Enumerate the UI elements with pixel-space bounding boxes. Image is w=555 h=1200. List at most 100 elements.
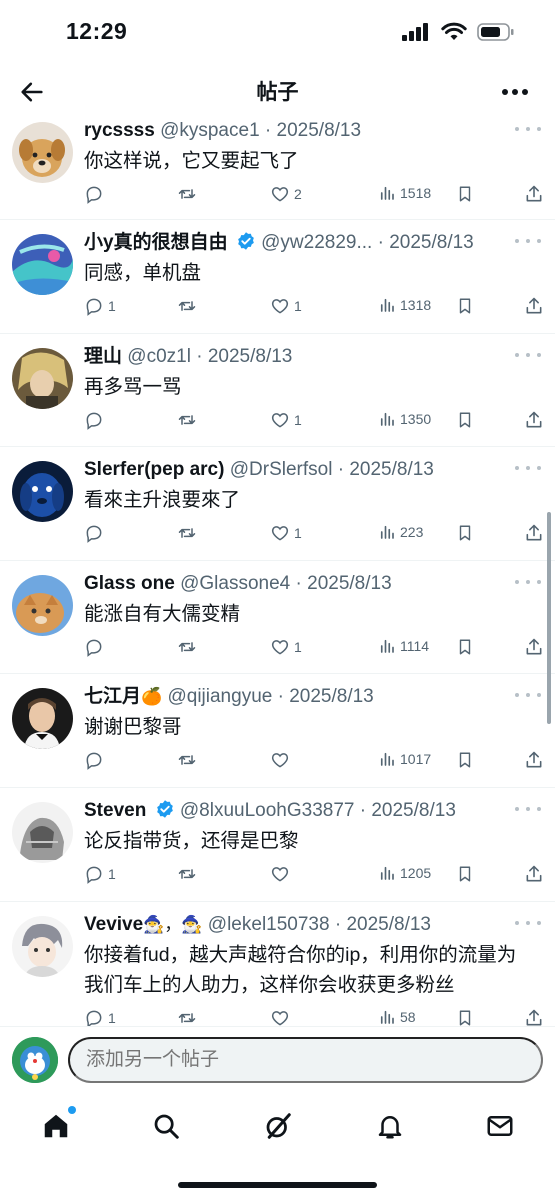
reply-item[interactable]: 七江月🍊 @qijiangyue · 2025/8/13 谢谢巴黎哥 1017 — [0, 674, 555, 788]
post-more-icon[interactable] — [515, 573, 541, 591]
display-name[interactable]: 理山 — [84, 346, 122, 367]
share-button[interactable] — [524, 864, 544, 884]
reply-item[interactable]: Glass one @Glassone4 · 2025/8/13 能涨自有大儒变… — [0, 561, 555, 675]
post-more-icon[interactable] — [515, 232, 541, 250]
views-button[interactable]: 223 — [378, 523, 423, 541]
reply-button[interactable] — [84, 523, 108, 544]
views-button[interactable]: 1205 — [378, 864, 431, 882]
display-name[interactable]: Steven — [84, 800, 146, 821]
reply-count: 1 — [108, 298, 116, 314]
post-more-icon[interactable] — [515, 346, 541, 364]
repost-button[interactable] — [176, 637, 202, 657]
repost-button[interactable] — [176, 410, 202, 430]
views-button[interactable]: 1518 — [378, 184, 431, 202]
display-name[interactable]: Slerfer(pep arc) — [84, 459, 224, 480]
reply-item[interactable]: Slerfer(pep arc) @DrSlerfsol · 2025/8/13… — [0, 447, 555, 561]
reply-item[interactable]: Steven @8lxuuLoohG33877 · 2025/8/13 论反指带… — [0, 788, 555, 902]
post-more-icon[interactable] — [515, 120, 541, 138]
tab-grok[interactable] — [260, 1108, 296, 1144]
repost-button[interactable] — [176, 1008, 202, 1026]
reply-button[interactable] — [84, 750, 108, 771]
user-handle[interactable]: @c0z1l — [127, 346, 191, 367]
avatar[interactable] — [12, 688, 73, 750]
avatar[interactable] — [12, 801, 73, 863]
avatar[interactable] — [12, 574, 73, 636]
display-name[interactable]: 小y真的很想自由 — [84, 232, 228, 253]
bookmark-button[interactable] — [456, 637, 474, 657]
reply-item[interactable]: rycssss @kyspace1 · 2025/8/13 你这样说，它又要起飞… — [0, 108, 555, 220]
user-handle[interactable]: @yw22829... — [261, 232, 372, 253]
tab-home[interactable] — [38, 1106, 76, 1144]
views-button[interactable]: 1350 — [378, 410, 431, 428]
repost-button[interactable] — [176, 523, 202, 543]
like-button[interactable] — [270, 1008, 294, 1026]
reply-button[interactable] — [84, 184, 108, 204]
like-button[interactable]: 1 — [270, 523, 302, 543]
reply-item[interactable]: 小y真的很想自由 @yw22829... · 2025/8/13 同感，单机盘 … — [0, 220, 555, 334]
post-more-icon[interactable] — [515, 686, 541, 704]
like-button[interactable] — [270, 864, 294, 884]
user-handle[interactable]: @qijiangyue — [167, 686, 272, 707]
bookmark-button[interactable] — [456, 750, 474, 770]
display-name[interactable]: 七江月 — [84, 686, 141, 707]
share-button[interactable] — [524, 184, 544, 204]
post-date: · 2025/8/13 — [359, 799, 456, 821]
reply-input[interactable] — [68, 1037, 543, 1083]
reply-button[interactable] — [84, 637, 108, 657]
display-name[interactable]: Glass one — [84, 573, 175, 594]
share-button[interactable] — [524, 750, 544, 770]
user-handle[interactable]: @8lxuuLoohG33877 — [180, 800, 355, 821]
like-button[interactable]: 1 — [270, 410, 302, 430]
scrollbar[interactable] — [547, 512, 551, 724]
reply-button[interactable]: 1 — [84, 296, 116, 316]
views-button[interactable]: 1114 — [378, 637, 429, 655]
views-button[interactable]: 58 — [378, 1008, 416, 1026]
user-handle[interactable]: @kyspace1 — [160, 120, 260, 141]
user-handle[interactable]: @lekel150738 — [208, 914, 330, 935]
like-button[interactable] — [270, 750, 294, 770]
like-button[interactable]: 1 — [270, 296, 302, 316]
display-name[interactable]: rycssss — [84, 120, 155, 141]
bookmark-button[interactable] — [456, 184, 474, 204]
my-avatar[interactable] — [12, 1037, 58, 1083]
share-button[interactable] — [524, 296, 544, 316]
share-button[interactable] — [524, 523, 544, 543]
repost-button[interactable] — [176, 864, 202, 884]
display-name[interactable]: Vevive — [84, 914, 143, 935]
user-handle[interactable]: @Glassone4 — [180, 573, 290, 594]
reply-item[interactable]: 理山 @c0z1l · 2025/8/13 再多骂一骂 1 1350 — [0, 334, 555, 448]
reply-button[interactable]: 1 — [84, 1008, 116, 1026]
repost-button[interactable] — [176, 296, 202, 316]
repost-button[interactable] — [176, 184, 202, 204]
avatar[interactable] — [12, 122, 73, 183]
post-more-icon[interactable] — [515, 914, 541, 932]
tab-notifications[interactable] — [372, 1108, 408, 1144]
like-button[interactable]: 1 — [270, 637, 302, 657]
post-more-icon[interactable] — [515, 800, 541, 818]
tab-messages[interactable] — [482, 1108, 518, 1144]
reply-button[interactable]: 1 — [84, 864, 116, 884]
user-handle[interactable]: @DrSlerfsol — [230, 459, 333, 480]
avatar[interactable] — [12, 234, 73, 295]
bookmark-button[interactable] — [456, 296, 474, 316]
views-button[interactable]: 1017 — [378, 750, 431, 768]
reply-button[interactable] — [84, 410, 108, 430]
avatar[interactable] — [12, 347, 73, 409]
avatar[interactable] — [12, 461, 73, 523]
repost-button[interactable] — [176, 750, 202, 770]
views-button[interactable]: 1318 — [378, 296, 431, 314]
share-button[interactable] — [524, 410, 544, 430]
more-options-button[interactable] — [497, 74, 533, 110]
like-button[interactable]: 2 — [270, 184, 302, 204]
tab-search[interactable] — [148, 1108, 184, 1144]
bookmark-button[interactable] — [456, 410, 474, 430]
bookmark-button[interactable] — [456, 1008, 474, 1026]
avatar[interactable] — [12, 915, 73, 977]
share-button[interactable] — [524, 637, 544, 657]
repost-icon — [178, 869, 196, 879]
bookmark-button[interactable] — [456, 523, 474, 543]
bookmark-button[interactable] — [456, 864, 474, 884]
post-more-icon[interactable] — [515, 459, 541, 477]
reply-item[interactable]: Vevive🧙‍♂️，🧙‍♂️ @lekel150738 · 2025/8/13… — [0, 902, 555, 1026]
share-button[interactable] — [524, 1008, 544, 1026]
